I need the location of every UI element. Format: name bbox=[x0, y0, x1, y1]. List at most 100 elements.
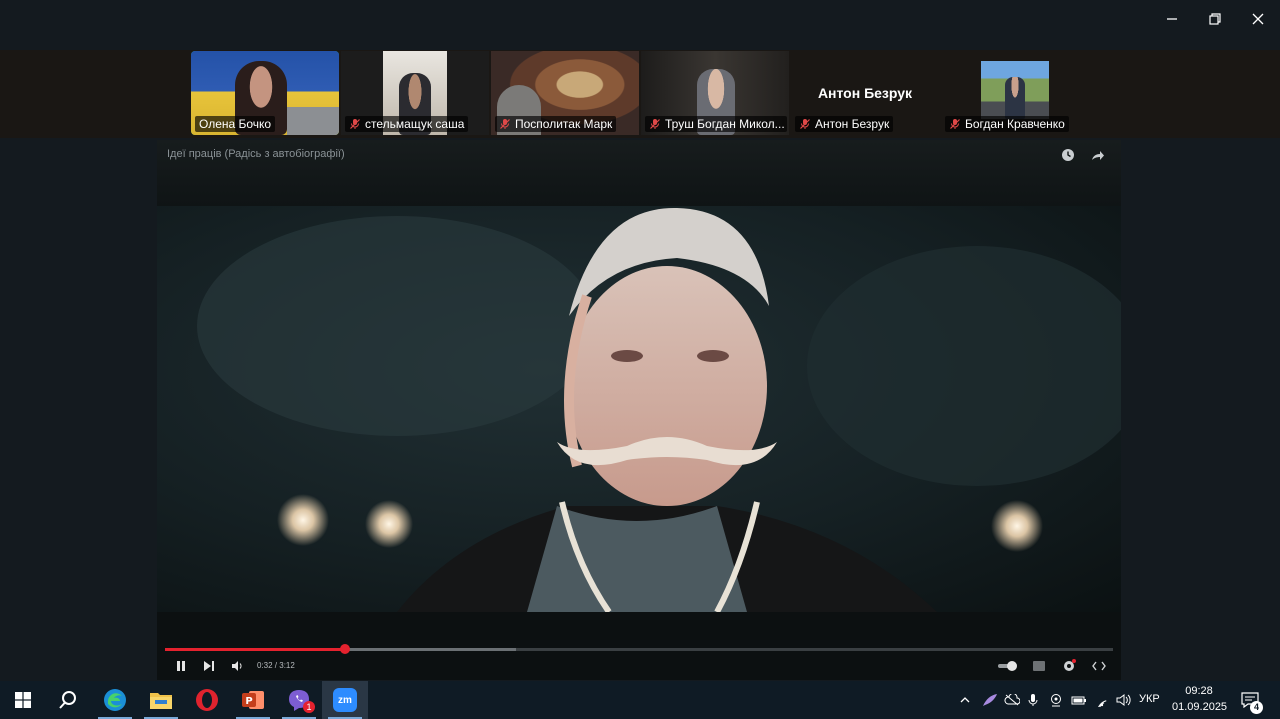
powerpoint-icon: P bbox=[242, 691, 264, 709]
torch-light bbox=[277, 494, 329, 546]
mic-muted-icon bbox=[650, 119, 660, 129]
video-scene bbox=[197, 207, 1121, 612]
volume-button[interactable] bbox=[229, 658, 245, 674]
participant-strip: Олена Бочко стельмащук саша Посполитак М… bbox=[0, 50, 1280, 138]
viber-taskbar-icon[interactable]: 1 bbox=[276, 681, 322, 719]
theater-mode-button[interactable] bbox=[1091, 658, 1107, 674]
participant-background bbox=[287, 107, 339, 135]
opera-icon bbox=[196, 689, 218, 711]
video-controls: 0:32 / 3:12 bbox=[157, 612, 1121, 680]
svg-text:P: P bbox=[245, 696, 252, 707]
restore-icon bbox=[1209, 13, 1221, 25]
shared-video[interactable]: Ідеї праців (Радісь з автобіографії) 0:3… bbox=[157, 140, 1121, 680]
participant-name-tag: Посполитак Марк bbox=[495, 116, 617, 132]
microphone-icon bbox=[1028, 694, 1038, 706]
camera-tray-button[interactable] bbox=[1046, 681, 1066, 719]
torch-light bbox=[991, 500, 1043, 552]
subtitles-button[interactable] bbox=[1031, 658, 1047, 674]
mic-muted-icon bbox=[800, 119, 810, 129]
input-language-indicator[interactable]: УКР bbox=[1139, 693, 1160, 705]
search-button[interactable] bbox=[45, 681, 91, 719]
participant-tile[interactable]: Богдан Кравченко bbox=[941, 51, 1089, 135]
participant-tile[interactable]: Антон Безрук Антон Безрук bbox=[791, 51, 939, 135]
zoom-icon: zm bbox=[333, 688, 357, 712]
participant-tile[interactable]: Труш Богдан Микол... bbox=[641, 51, 789, 135]
participant-name-tag: Олена Бочко bbox=[195, 116, 276, 132]
search-icon bbox=[59, 691, 76, 709]
opera-taskbar-icon[interactable] bbox=[184, 681, 230, 719]
microphone-tray-button[interactable] bbox=[1024, 681, 1042, 719]
minimize-button[interactable] bbox=[1152, 4, 1192, 34]
participant-name-tag: Богдан Кравченко bbox=[945, 116, 1069, 132]
zoom-icon-label: zm bbox=[338, 694, 352, 706]
close-button[interactable] bbox=[1238, 4, 1278, 34]
pause-icon bbox=[177, 661, 185, 671]
speaker-icon bbox=[1116, 694, 1131, 706]
notification-count-badge: 4 bbox=[1250, 701, 1263, 714]
wifi-icon bbox=[1097, 700, 1107, 707]
close-icon bbox=[1252, 13, 1264, 25]
toggle-icon bbox=[998, 661, 1017, 671]
folder-icon bbox=[150, 693, 172, 709]
mic-muted-icon bbox=[500, 119, 510, 129]
participant-name-tag: Антон Безрук bbox=[795, 116, 894, 132]
participant-tile[interactable]: стельмащук саша bbox=[341, 51, 489, 135]
video-scrubber-handle[interactable] bbox=[340, 644, 351, 654]
participant-name: Антон Безрук bbox=[815, 117, 890, 131]
file-explorer-taskbar-icon[interactable] bbox=[138, 681, 184, 719]
participant-name-tag: Труш Богдан Микол... bbox=[645, 116, 787, 132]
edge-icon bbox=[104, 689, 126, 711]
participant-name-tag: стельмащук саша bbox=[345, 116, 469, 132]
restore-button[interactable] bbox=[1195, 4, 1235, 34]
participant-display-name: Антон Безрук bbox=[817, 85, 913, 101]
video-header: Ідеї праців (Радісь з автобіографії) bbox=[157, 140, 1121, 206]
windows-logo-icon bbox=[15, 692, 31, 708]
cloud-off-icon bbox=[1004, 694, 1020, 706]
participant-tile[interactable]: Посполитак Марк bbox=[491, 51, 639, 135]
pause-button[interactable] bbox=[173, 658, 189, 674]
show-hidden-icons-button[interactable] bbox=[956, 681, 974, 719]
video-progress-fill bbox=[165, 648, 346, 651]
feather-icon bbox=[983, 694, 997, 706]
participant-name: стельмащук саша bbox=[365, 117, 465, 131]
taskbar-clock-date[interactable]: 01.09.2025 bbox=[1172, 701, 1227, 713]
viber-notification-badge: 1 bbox=[303, 701, 315, 713]
edge-taskbar-icon[interactable] bbox=[92, 681, 138, 719]
participant-tile[interactable]: Олена Бочко bbox=[191, 51, 339, 135]
network-tray-button[interactable] bbox=[1092, 681, 1112, 719]
chevron-up-icon bbox=[960, 697, 970, 703]
taskbar: P 1 zm УКР 09:28 01.09.2025 4 bbox=[0, 681, 1280, 719]
video-frame bbox=[157, 206, 1121, 612]
start-button[interactable] bbox=[0, 681, 46, 719]
participant-name: Посполитак Марк bbox=[515, 117, 613, 131]
subtitles-icon bbox=[1033, 661, 1045, 671]
video-progress-bar[interactable] bbox=[165, 644, 1113, 654]
pen-tray-button[interactable] bbox=[980, 681, 1000, 719]
webcam-icon bbox=[1051, 694, 1061, 707]
zoom-taskbar-icon[interactable]: zm bbox=[322, 681, 368, 719]
participant-name: Олена Бочко bbox=[199, 117, 272, 131]
video-title[interactable]: Ідеї праців (Радісь з автобіографії) bbox=[167, 148, 345, 160]
title-bar bbox=[0, 0, 1280, 50]
settings-button[interactable] bbox=[1061, 658, 1077, 674]
powerpoint-taskbar-icon[interactable]: P bbox=[230, 681, 276, 719]
battery-tray-button[interactable] bbox=[1068, 681, 1090, 719]
participant-person bbox=[1005, 77, 1025, 119]
volume-icon bbox=[232, 661, 242, 671]
cloud-tray-button[interactable] bbox=[1002, 681, 1022, 719]
taskbar-clock-time[interactable]: 09:28 bbox=[1172, 685, 1226, 697]
battery-charging-icon bbox=[1071, 696, 1086, 705]
notification-center-button[interactable]: 4 bbox=[1236, 681, 1264, 719]
participant-name: Богдан Кравченко bbox=[965, 117, 1065, 131]
next-button[interactable] bbox=[201, 658, 217, 674]
video-time: 0:32 / 3:12 bbox=[257, 661, 295, 670]
volume-tray-button[interactable] bbox=[1114, 681, 1134, 719]
expand-icon bbox=[1092, 661, 1106, 671]
mic-muted-icon bbox=[350, 119, 360, 129]
clock-icon[interactable] bbox=[1061, 148, 1075, 162]
skip-next-icon bbox=[204, 661, 214, 671]
share-icon[interactable] bbox=[1091, 148, 1105, 162]
minimize-icon bbox=[1167, 18, 1177, 20]
figure-face bbox=[567, 266, 767, 506]
autoplay-toggle[interactable] bbox=[997, 658, 1019, 674]
